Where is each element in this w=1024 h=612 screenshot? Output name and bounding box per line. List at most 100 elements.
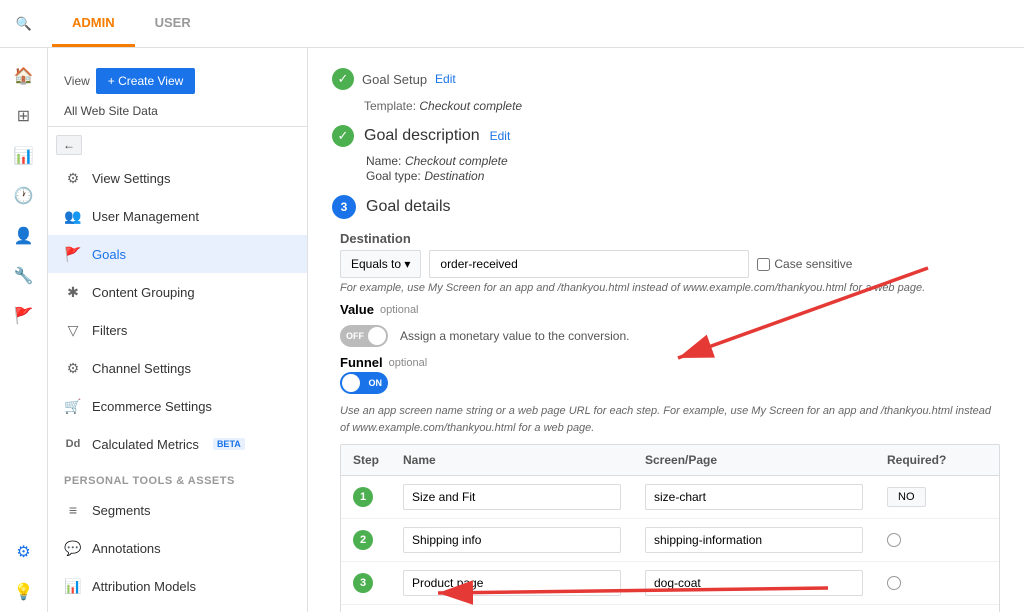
nav-item-label: User Management	[92, 209, 199, 224]
reports-icon[interactable]: 📊	[0, 136, 48, 176]
header-required: Required?	[887, 453, 987, 467]
nav-item-attribution[interactable]: 📊 Attribution Models	[48, 567, 307, 605]
view-label: View	[64, 74, 90, 88]
nav-item-channel-settings[interactable]: ⚙ Channel Settings	[48, 349, 307, 387]
required-no-btn[interactable]: NO	[887, 487, 926, 507]
required-cell-1: NO	[887, 487, 987, 507]
nav-item-segments[interactable]: ≡ Segments	[48, 491, 307, 529]
nav-item-filters[interactable]: ▽ Filters	[48, 311, 307, 349]
template-value: Checkout complete	[419, 99, 522, 113]
goal-description-title: Goal description	[364, 127, 480, 145]
nav-item-calculated-metrics[interactable]: Dd Calculated Metrics BETA	[48, 425, 307, 463]
step2-circle: ✓	[332, 125, 354, 147]
funnel-name-3[interactable]	[403, 570, 621, 596]
value-toggle[interactable]	[340, 325, 388, 347]
nav-item-goals[interactable]: 🚩 Goals	[48, 235, 307, 273]
funnel-title: Funnel	[340, 355, 383, 370]
required-cell-3	[887, 576, 987, 590]
goals-icon: 🚩	[64, 245, 82, 263]
search-icon[interactable]: 🔍	[0, 16, 48, 32]
required-cell-2	[887, 533, 987, 547]
goal-description-edit[interactable]: Edit	[490, 129, 511, 143]
type-value: Destination	[424, 169, 484, 183]
dashboard-icon[interactable]: ⊞	[0, 96, 48, 136]
funnel-hint: Use an app screen name string or a web p…	[340, 403, 1000, 436]
top-bar: 🔍 ADMIN USER	[0, 0, 1024, 48]
side-icons: 🏠 ⊞ 📊 🕐 👤 🔧 🚩 ⚙ 💡	[0, 48, 48, 612]
goal-description-header: ✓ Goal description Edit	[332, 125, 1000, 147]
filters-icon: ▽	[64, 321, 82, 339]
step-num-3: 3	[353, 573, 373, 593]
create-view-button[interactable]: + Create View	[96, 68, 196, 94]
header-step: Step	[353, 453, 403, 467]
case-sensitive-row: Case sensitive	[757, 257, 852, 271]
user-tab[interactable]: USER	[135, 1, 211, 47]
header-page: Screen/Page	[645, 453, 887, 467]
nav-panel: View + Create View All Web Site Data ← ⚙…	[48, 48, 308, 612]
value-header: Value optional	[340, 302, 1000, 317]
type-label: Goal type:	[366, 169, 421, 183]
goal-details-title: Goal details	[366, 198, 451, 216]
funnel-row-3: 3	[341, 562, 999, 605]
template-label: Template:	[364, 99, 419, 113]
step-num-1: 1	[353, 487, 373, 507]
beta-badge: BETA	[213, 438, 245, 450]
destination-label: Destination	[340, 231, 1000, 246]
funnel-table-header: Step Name Screen/Page Required?	[341, 445, 999, 476]
funnel-page-3[interactable]	[645, 570, 863, 596]
nav-back-button[interactable]: ←	[56, 135, 82, 155]
nav-item-ecommerce[interactable]: 🛒 Ecommerce Settings	[48, 387, 307, 425]
view-settings-icon: ⚙	[64, 169, 82, 187]
funnel-page-1[interactable]	[645, 484, 863, 510]
value-row: Assign a monetary value to the conversio…	[340, 325, 1000, 347]
toggle-knob	[368, 327, 386, 345]
user-mgmt-icon: 👥	[64, 207, 82, 225]
tools-icon[interactable]: 🔧	[0, 256, 48, 296]
user-icon[interactable]: 👤	[0, 216, 48, 256]
funnel-table: Step Name Screen/Page Required? 1 NO 2	[340, 444, 1000, 612]
bulb-icon[interactable]: 💡	[0, 572, 48, 612]
nav-item-label: Goals	[92, 247, 126, 262]
equals-to-dropdown[interactable]: Equals to ▾	[340, 250, 421, 278]
required-radio-3[interactable]	[887, 576, 901, 590]
nav-item-user-management[interactable]: 👥 User Management	[48, 197, 307, 235]
nav-item-custom-channel[interactable]: ⊞ Custom Channel Grouping BET	[48, 605, 307, 612]
funnel-optional: optional	[389, 357, 428, 369]
funnel-toggle-knob	[342, 374, 360, 392]
nav-item-view-settings[interactable]: ⚙ View Settings	[48, 159, 307, 197]
nav-item-label: Ecommerce Settings	[92, 399, 212, 414]
top-bar-tabs: ADMIN USER	[52, 1, 211, 47]
goal-setup-edit[interactable]: Edit	[435, 72, 456, 86]
funnel-name-1[interactable]	[403, 484, 621, 510]
gear-icon[interactable]: ⚙	[0, 532, 48, 572]
nav-item-label: Attribution Models	[92, 579, 196, 594]
funnel-name-2[interactable]	[403, 527, 621, 553]
destination-row: Equals to ▾ Case sensitive	[340, 250, 1000, 278]
ecommerce-icon: 🛒	[64, 397, 82, 415]
funnel-toggle[interactable]	[340, 372, 388, 394]
content-grouping-icon: ✱	[64, 283, 82, 301]
admin-tab[interactable]: ADMIN	[52, 1, 135, 47]
nav-item-annotations[interactable]: 💬 Annotations	[48, 529, 307, 567]
nav-item-label: Calculated Metrics	[92, 437, 199, 452]
destination-input[interactable]	[429, 250, 749, 278]
personal-tools-title: PERSONAL TOOLS & ASSETS	[48, 463, 307, 491]
flag-icon[interactable]: 🚩	[0, 296, 48, 336]
funnel-page-2[interactable]	[645, 527, 863, 553]
nav-item-label: Filters	[92, 323, 127, 338]
required-radio-2[interactable]	[887, 533, 901, 547]
goal-name-row: Name: Checkout complete	[366, 153, 1000, 168]
home-icon[interactable]: 🏠	[0, 56, 48, 96]
goal-details-header: 3 Goal details	[332, 195, 1000, 219]
funnel-row-1: 1 NO	[341, 476, 999, 519]
name-label: Name:	[366, 154, 401, 168]
case-sensitive-checkbox[interactable]	[757, 258, 770, 271]
attribution-icon: 📊	[64, 577, 82, 595]
calculated-metrics-icon: Dd	[64, 435, 82, 453]
nav-item-content-grouping[interactable]: ✱ Content Grouping	[48, 273, 307, 311]
clock-icon[interactable]: 🕐	[0, 176, 48, 216]
goal-setup-row: ✓ Goal Setup Edit	[332, 68, 1000, 90]
step1-circle: ✓	[332, 68, 354, 90]
goal-template-row: Template: Checkout complete	[364, 98, 1000, 113]
destination-section: Destination Equals to ▾ Case sensitive F…	[340, 231, 1000, 612]
